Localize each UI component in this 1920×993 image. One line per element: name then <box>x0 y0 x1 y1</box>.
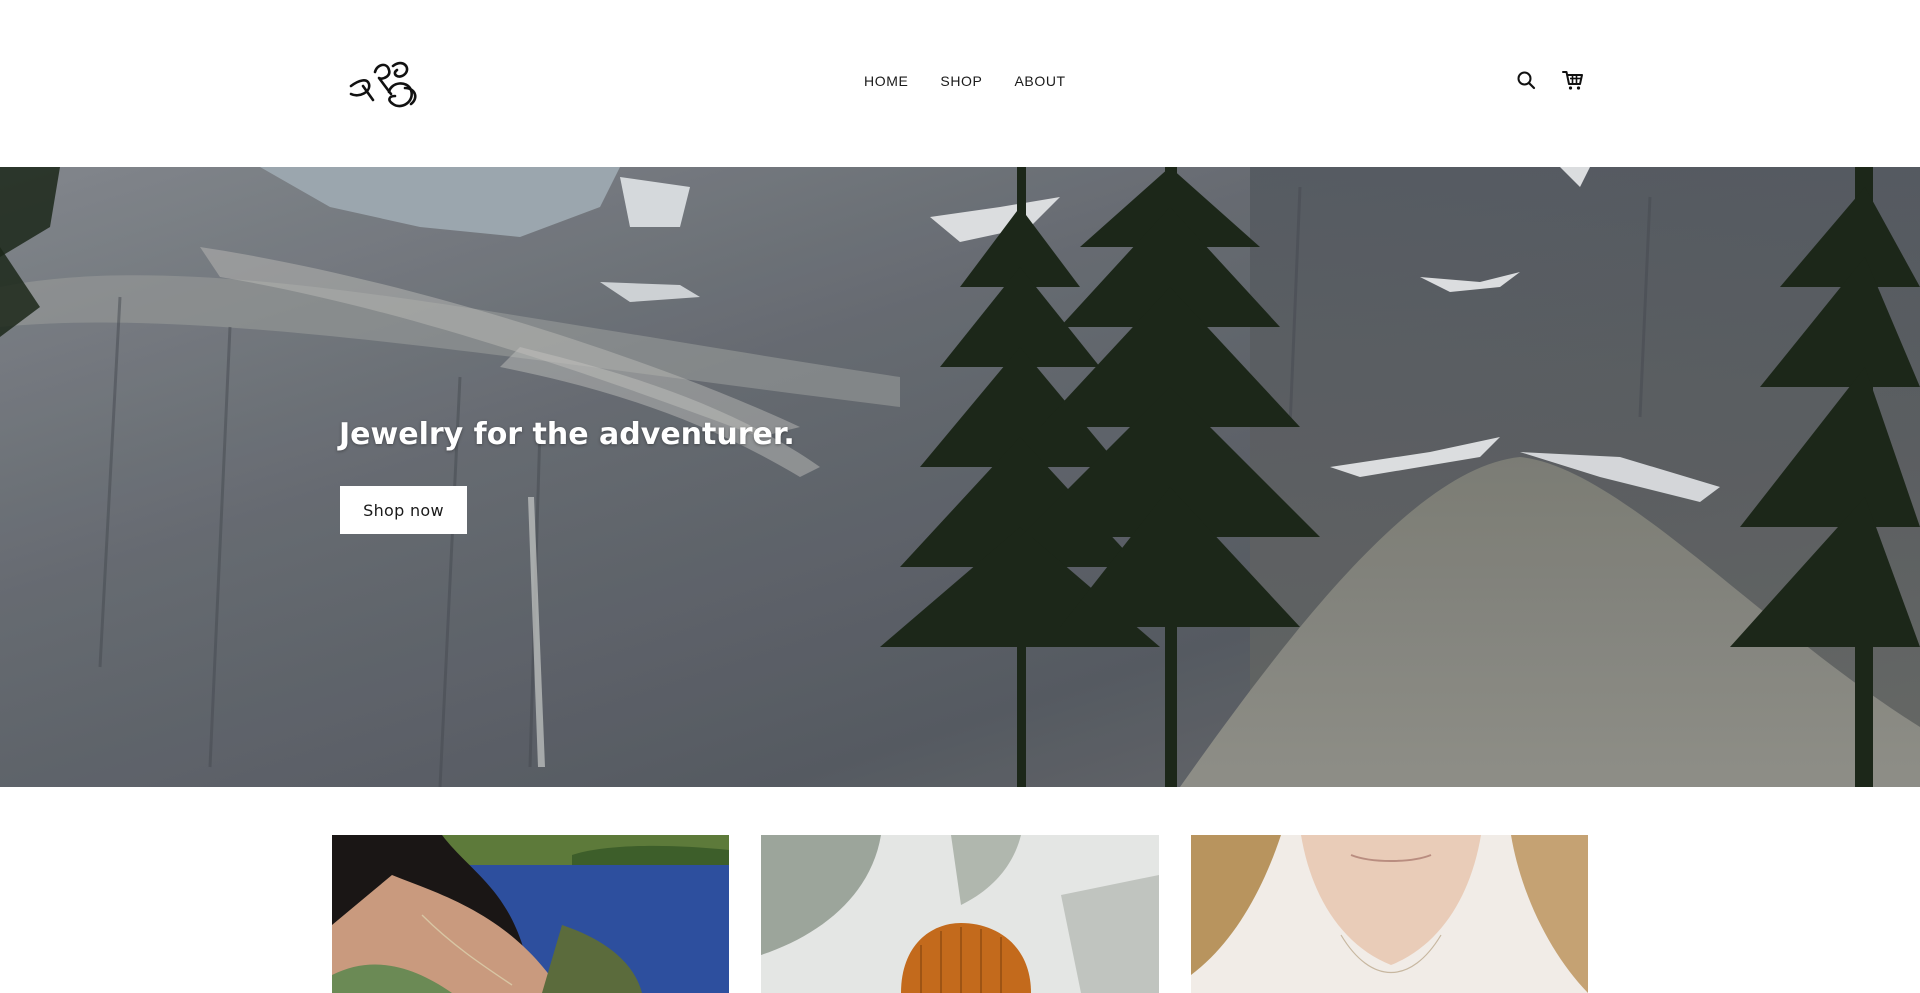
collection-tile[interactable] <box>1191 835 1588 993</box>
search-button[interactable] <box>1515 69 1537 91</box>
collection-image-beanie <box>761 835 1159 993</box>
nav-about[interactable]: ABOUT <box>1014 73 1065 89</box>
hero-title: Jewelry for the adventurer. <box>339 417 795 452</box>
hero-image <box>0 167 1920 787</box>
cart-icon <box>1562 71 1583 90</box>
logo-icon <box>349 61 417 108</box>
header-actions <box>1515 69 1584 91</box>
hero-banner: Jewelry for the adventurer. Shop now <box>0 167 1920 787</box>
nav-home[interactable]: HOME <box>864 73 908 89</box>
cart-button[interactable] <box>1562 69 1584 91</box>
collection-tile[interactable] <box>332 835 729 993</box>
nav-shop[interactable]: SHOP <box>940 73 982 89</box>
shop-now-button[interactable]: Shop now <box>340 486 467 534</box>
collection-image-necklace <box>1191 835 1588 993</box>
collection-tile[interactable] <box>761 835 1159 993</box>
search-icon <box>1517 71 1536 90</box>
collection-image-lake <box>332 835 729 993</box>
site-header: HOME SHOP ABOUT <box>0 0 1920 167</box>
main-nav: HOME SHOP ABOUT <box>864 73 1066 89</box>
